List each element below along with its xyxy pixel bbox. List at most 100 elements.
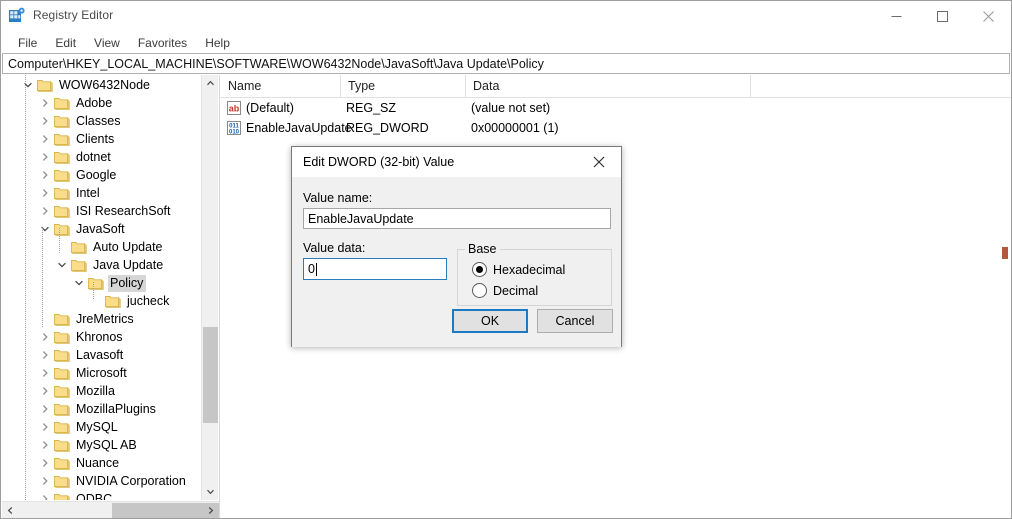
registry-value-row[interactable]: 011010EnableJavaUpdateREG_DWORD0x0000000…: [221, 118, 1011, 138]
chevron-right-icon[interactable]: [37, 400, 53, 418]
tree-item-isi-researchsoft[interactable]: ISI ResearchSoft: [2, 202, 198, 220]
folder-icon: [53, 418, 71, 436]
radio-hexadecimal[interactable]: Hexadecimal: [472, 262, 565, 277]
tree-item-lavasoft[interactable]: Lavasoft: [2, 346, 198, 364]
scroll-down-icon[interactable]: [202, 483, 219, 500]
folder-icon: [53, 166, 71, 184]
maximize-button[interactable]: [919, 1, 965, 32]
folder-icon: [53, 310, 71, 328]
tree-vertical-scrollbar[interactable]: [201, 75, 218, 500]
tree-horizontal-scrollbar[interactable]: [2, 501, 219, 519]
tree-item-mysql[interactable]: MySQL: [2, 418, 198, 436]
chevron-right-icon[interactable]: [37, 202, 53, 220]
tree-item-java-update[interactable]: Java Update: [2, 256, 198, 274]
tree-item-jremetrics[interactable]: JreMetrics: [2, 310, 198, 328]
ok-button[interactable]: OK: [452, 309, 528, 333]
chevron-down-icon[interactable]: [71, 274, 87, 292]
chevron-right-icon[interactable]: [37, 94, 53, 112]
tree-item-policy[interactable]: Policy: [2, 274, 198, 292]
tree-item-nuance[interactable]: Nuance: [2, 454, 198, 472]
cancel-button[interactable]: Cancel: [537, 309, 613, 333]
tree-item-label: Microsoft: [74, 365, 130, 382]
tree-leaf-connector: [37, 310, 53, 328]
folder-icon: [53, 490, 71, 500]
column-header-label: Name: [228, 79, 261, 93]
chevron-right-icon[interactable]: [37, 436, 53, 454]
tree-item-label: Mozilla: [74, 383, 118, 400]
chevron-right-icon[interactable]: [37, 148, 53, 166]
tree-item-label: Lavasoft: [74, 347, 126, 364]
folder-icon: [104, 292, 122, 310]
folder-icon: [53, 220, 71, 238]
tree-item-dotnet[interactable]: dotnet: [2, 148, 198, 166]
registry-tree[interactable]: WOW6432NodeAdobeClassesClientsdotnetGoog…: [2, 75, 198, 500]
window-title: Registry Editor: [33, 8, 113, 22]
value-type-cell: REG_DWORD: [346, 121, 429, 135]
close-button[interactable]: [965, 1, 1011, 32]
menu-favorites[interactable]: Favorites: [129, 34, 196, 52]
tree-item-odbc[interactable]: ODBC: [2, 490, 198, 500]
dialog-close-button[interactable]: [576, 147, 621, 176]
chevron-right-icon[interactable]: [37, 418, 53, 436]
tree-item-wow6432node[interactable]: WOW6432Node: [2, 76, 198, 94]
folder-icon: [53, 364, 71, 382]
column-header-name[interactable]: Name: [221, 75, 341, 97]
value-name-input[interactable]: EnableJavaUpdate: [303, 208, 611, 229]
chevron-down-icon[interactable]: [54, 256, 70, 274]
tree-item-microsoft[interactable]: Microsoft: [2, 364, 198, 382]
tree-item-javasoft[interactable]: JavaSoft: [2, 220, 198, 238]
registry-value-row[interactable]: ab(Default)REG_SZ(value not set): [221, 98, 1011, 118]
menu-file[interactable]: File: [9, 34, 46, 52]
chevron-right-icon[interactable]: [37, 454, 53, 472]
scroll-up-icon[interactable]: [202, 75, 219, 92]
tree-item-google[interactable]: Google: [2, 166, 198, 184]
chevron-right-icon[interactable]: [37, 346, 53, 364]
scroll-left-icon[interactable]: [2, 502, 19, 519]
minimize-button[interactable]: [873, 1, 919, 32]
chevron-right-icon[interactable]: [37, 130, 53, 148]
chevron-right-icon[interactable]: [37, 364, 53, 382]
tree-item-mozilla[interactable]: Mozilla: [2, 382, 198, 400]
dword-value-icon: 011010: [226, 120, 242, 136]
tree-item-label: Intel: [74, 185, 103, 202]
tree-item-mozillaplugins[interactable]: MozillaPlugins: [2, 400, 198, 418]
chevron-right-icon[interactable]: [37, 382, 53, 400]
folder-icon: [53, 346, 71, 364]
tree-item-label: dotnet: [74, 149, 114, 166]
tree-item-label: NVIDIA Corporation: [74, 473, 189, 490]
chevron-right-icon[interactable]: [37, 184, 53, 202]
tree-guide-line: [42, 228, 43, 328]
chevron-down-icon[interactable]: [37, 220, 53, 238]
folder-icon: [70, 238, 88, 256]
menu-edit[interactable]: Edit: [46, 34, 85, 52]
chevron-right-icon[interactable]: [37, 166, 53, 184]
value-data-input[interactable]: 0: [303, 258, 447, 280]
tree-item-khronos[interactable]: Khronos: [2, 328, 198, 346]
registry-icon: [8, 7, 26, 25]
column-header-type[interactable]: Type: [341, 75, 466, 97]
address-bar[interactable]: Computer\HKEY_LOCAL_MACHINE\SOFTWARE\WOW…: [2, 53, 1010, 74]
tree-item-clients[interactable]: Clients: [2, 130, 198, 148]
chevron-right-icon[interactable]: [37, 472, 53, 490]
column-header-data[interactable]: Data: [466, 75, 751, 97]
dialog-title: Edit DWORD (32-bit) Value: [303, 155, 454, 169]
chevron-right-icon[interactable]: [37, 112, 53, 130]
tree-vscroll-thumb[interactable]: [203, 327, 218, 423]
chevron-right-icon[interactable]: [37, 328, 53, 346]
chevron-down-icon[interactable]: [20, 76, 36, 94]
tree-item-classes[interactable]: Classes: [2, 112, 198, 130]
chevron-right-icon[interactable]: [37, 490, 53, 500]
menu-help[interactable]: Help: [196, 34, 239, 52]
radio-decimal[interactable]: Decimal: [472, 283, 538, 298]
tree-item-mysql-ab[interactable]: MySQL AB: [2, 436, 198, 454]
tree-item-auto-update[interactable]: Auto Update: [2, 238, 198, 256]
tree-item-adobe[interactable]: Adobe: [2, 94, 198, 112]
tree-item-nvidia-corporation[interactable]: NVIDIA Corporation: [2, 472, 198, 490]
scroll-right-icon[interactable]: [202, 502, 219, 519]
menu-bar: File Edit View Favorites Help: [1, 32, 1011, 53]
tree-item-intel[interactable]: Intel: [2, 184, 198, 202]
folder-icon: [36, 76, 54, 94]
tree-item-jucheck[interactable]: jucheck: [2, 292, 198, 310]
menu-view[interactable]: View: [85, 34, 129, 52]
registry-values-list[interactable]: ab(Default)REG_SZ(value not set)011010En…: [221, 98, 1011, 138]
